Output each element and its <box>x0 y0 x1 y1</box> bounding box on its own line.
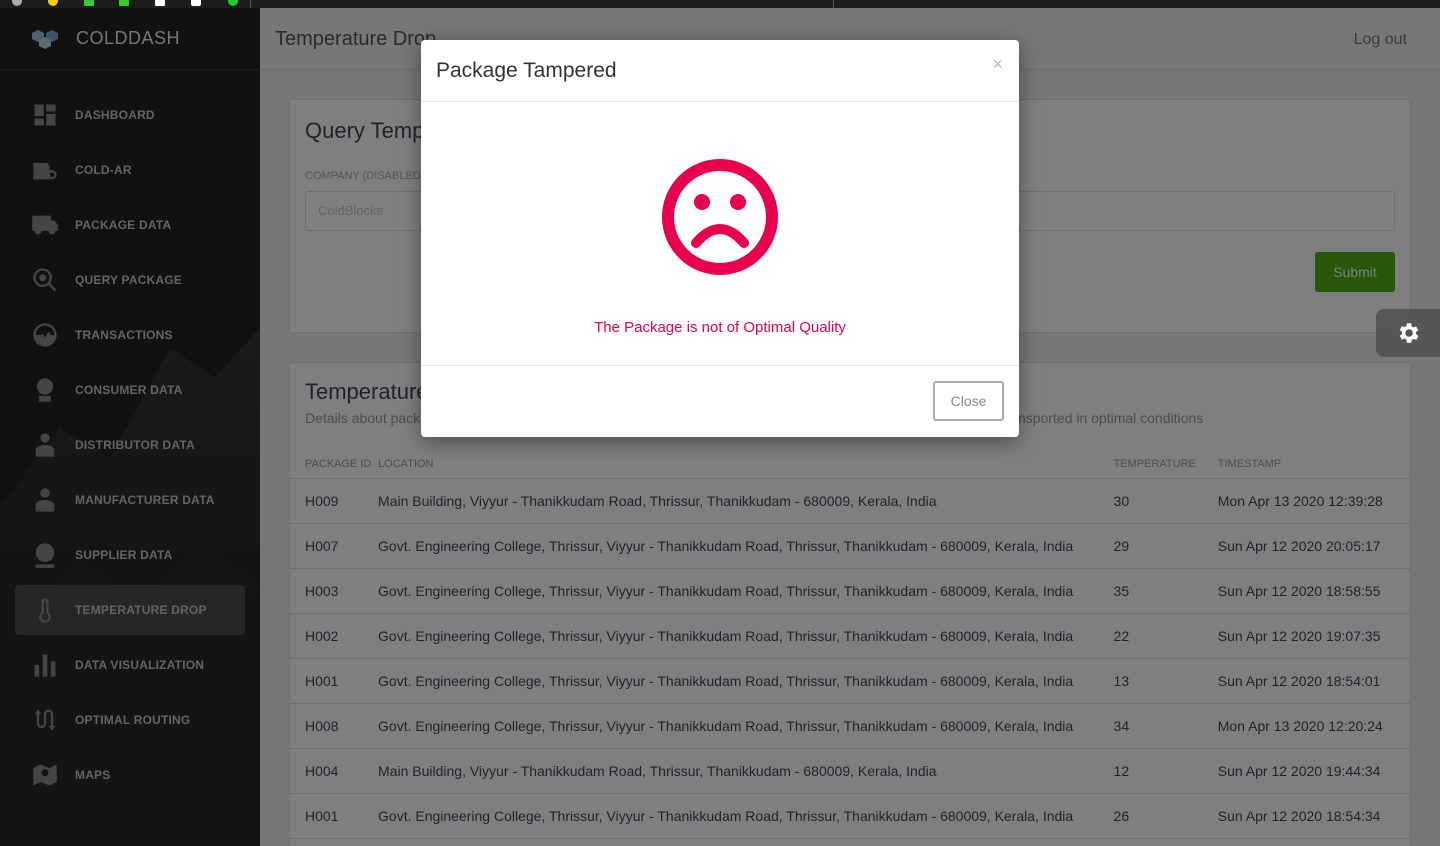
os-divider <box>250 0 251 8</box>
os-top-strip <box>0 0 1440 8</box>
modal-body: The Package is not of Optimal Quality <box>421 102 1019 366</box>
close-icon[interactable]: × <box>992 54 1003 75</box>
modal-footer: Close <box>421 366 1019 436</box>
os-divider <box>833 0 834 8</box>
package-tampered-modal: Package Tampered × The Package is not of… <box>421 40 1019 437</box>
os-indicator-icon <box>155 0 165 6</box>
gear-icon <box>1399 323 1419 343</box>
os-indicator-icon <box>12 0 22 6</box>
modal-header: Package Tampered × <box>421 40 1019 102</box>
modal-message: The Package is not of Optimal Quality <box>594 319 846 336</box>
settings-plugin-button[interactable] <box>1376 309 1440 357</box>
modal-title: Package Tampered <box>436 59 617 82</box>
close-button[interactable]: Close <box>933 381 1004 421</box>
os-indicator-icon <box>48 0 58 6</box>
os-indicator-icon <box>228 0 238 6</box>
os-indicator-icon <box>119 0 129 6</box>
os-indicator-icon <box>84 0 94 6</box>
os-indicator-icon <box>191 0 201 6</box>
sad-face-icon <box>662 159 778 275</box>
